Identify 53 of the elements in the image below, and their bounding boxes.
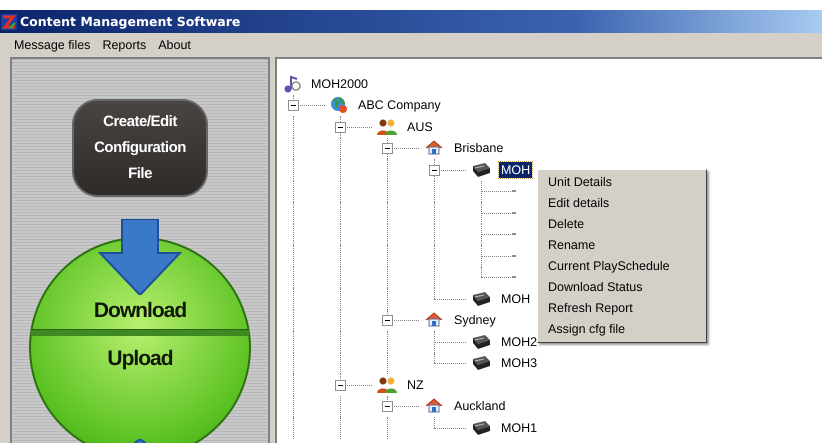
device-icon xyxy=(471,290,491,307)
collapse-toggle[interactable] xyxy=(429,164,440,176)
tree-node[interactable]: NZ xyxy=(405,376,426,393)
tree-node[interactable]: MOH2 xyxy=(499,334,540,350)
people-icon xyxy=(377,118,397,136)
context-menu-item[interactable]: Assign cfg file xyxy=(538,319,706,340)
tree-node[interactable]: ABC Company xyxy=(356,97,443,114)
dash-icon xyxy=(512,276,516,278)
menu-item[interactable]: Reports xyxy=(102,38,146,52)
device-icon xyxy=(471,355,491,372)
house-icon xyxy=(424,139,444,158)
tree-node[interactable]: MOH3 xyxy=(499,355,540,372)
device-icon xyxy=(471,420,491,436)
device-icon xyxy=(471,334,491,350)
dash-icon xyxy=(512,233,516,236)
context-menu-item[interactable]: Unit Details xyxy=(538,172,706,193)
menu-item[interactable]: Message files xyxy=(14,38,90,52)
context-menu-item[interactable]: Current PlaySchedule xyxy=(538,256,706,277)
tree-node[interactable]: MOH xyxy=(499,162,532,178)
collapse-toggle[interactable] xyxy=(288,100,299,112)
people-icon xyxy=(377,376,397,394)
globe-icon xyxy=(330,96,348,114)
dash-icon xyxy=(512,190,516,192)
context-menu-item[interactable]: Edit details xyxy=(538,193,706,214)
tree-node[interactable]: MOH2000 xyxy=(309,76,370,92)
app-icon xyxy=(1,14,17,30)
tree-node[interactable]: Brisbane xyxy=(452,140,506,156)
house-icon xyxy=(424,397,444,416)
tree-node[interactable]: MOH1 xyxy=(499,420,540,436)
down-arrow-icon xyxy=(98,219,182,295)
collapse-toggle[interactable] xyxy=(382,143,393,154)
music-note-icon xyxy=(283,74,301,93)
config-button[interactable]: Create/Edit Configuration File xyxy=(72,99,208,197)
context-menu-item[interactable]: Delete xyxy=(538,214,706,235)
house-icon xyxy=(424,311,444,330)
dash-icon xyxy=(512,212,516,214)
dash-icon xyxy=(512,254,516,257)
window-title: Content Management Software xyxy=(20,14,240,29)
download-button[interactable]: Download xyxy=(94,299,186,323)
collapse-toggle[interactable] xyxy=(382,401,393,412)
context-menu-item[interactable]: Rename xyxy=(538,235,706,256)
tree-node[interactable]: MOH xyxy=(499,290,532,307)
upload-button[interactable]: Upload xyxy=(107,347,173,371)
tree-node[interactable]: Sydney xyxy=(452,312,498,328)
collapse-toggle[interactable] xyxy=(382,315,393,326)
collapse-toggle[interactable] xyxy=(335,380,346,391)
context-menu-item[interactable]: Refresh Report xyxy=(538,298,706,319)
menu-item[interactable]: About xyxy=(158,38,191,52)
tree-node[interactable]: Auckland xyxy=(452,398,508,414)
tree-node[interactable]: AUS xyxy=(405,118,435,135)
device-icon xyxy=(471,162,491,178)
collapse-toggle[interactable] xyxy=(335,122,346,133)
context-menu-item[interactable]: Download Status xyxy=(538,277,706,298)
